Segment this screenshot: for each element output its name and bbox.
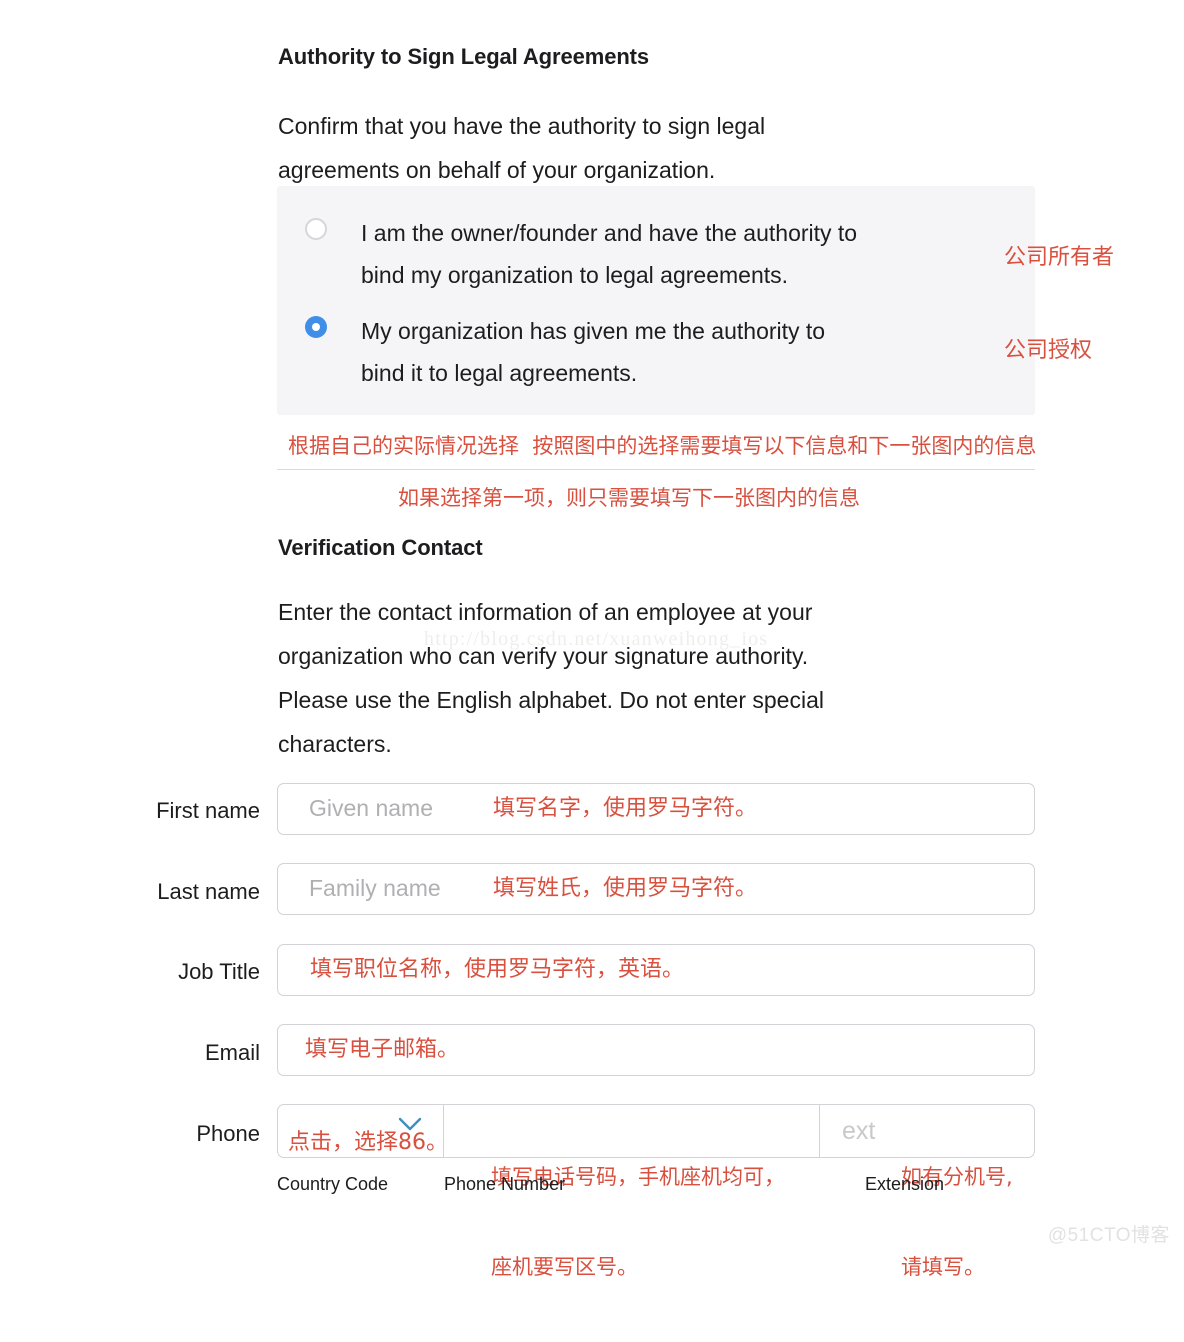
annotation-first-name: 填写名字，使用罗马字符。 [493, 796, 758, 821]
section-divider [277, 469, 1035, 470]
annotation-last-name: 填写姓氏，使用罗马字符。 [493, 876, 758, 901]
note-above-divider: 根据自己的实际情况选择 按照图中的选择需要填写以下信息和下一张图内的信息 [288, 434, 1037, 458]
last-name-label: Last name [157, 879, 260, 904]
authority-option-organization-granted[interactable]: My organization has given me the authori… [305, 310, 1001, 394]
section-description: Confirm that you have the authority to s… [278, 104, 978, 192]
annotation-job-title: 填写职位名称，使用罗马字符，英语。 [310, 957, 685, 982]
option-line-2: bind it to legal agreements. [361, 360, 638, 386]
extension-sub-label: Extension [865, 1174, 945, 1194]
job-title-label: Job Title [178, 959, 260, 984]
first-name-placeholder: Given name [309, 795, 434, 821]
option-line-1: My organization has given me the authori… [361, 318, 826, 344]
authority-options-panel: I am the owner/founder and have the auth… [277, 186, 1035, 415]
annotation-organization-granted: 公司授权 [1004, 338, 1093, 363]
watermark-51cto: @51CTO博客 [1047, 1225, 1170, 1246]
annotation-extension: 如有分机号, 请填写。 [901, 1102, 1013, 1342]
phone-label: Phone [196, 1121, 260, 1146]
radio-selected-icon[interactable] [305, 316, 327, 338]
radio-unselected-icon[interactable] [305, 218, 327, 240]
verification-contact-title: Verification Contact [278, 535, 483, 560]
last-name-placeholder: Family name [309, 875, 441, 901]
option-line-2: bind my organization to legal agreements… [361, 262, 789, 288]
annotation-email: 填写电子邮箱。 [305, 1037, 460, 1062]
extension-placeholder: ext [842, 1117, 876, 1145]
annotation-phone-number: 填写电话号码，手机座机均可， 座机要写区号。 [491, 1102, 785, 1342]
verification-description-line-3: Please use the English alphabet. Do not … [278, 687, 824, 713]
country-code-sub-label: Country Code [277, 1174, 389, 1194]
annotation-owner-founder: 公司所有者 [1004, 245, 1115, 270]
section-description-line-1: Confirm that you have the authority to s… [278, 113, 766, 139]
verification-contact-description: Enter the contact information of an empl… [278, 590, 998, 766]
authority-option-owner-founder[interactable]: I am the owner/founder and have the auth… [305, 212, 1001, 296]
first-name-label: First name [156, 798, 260, 823]
note-below-divider: 如果选择第一项，则只需要填写下一张图内的信息 [398, 486, 860, 510]
phone-number-sub-label: Phone Number [444, 1174, 566, 1194]
page-root: Authority to Sign Legal Agreements Confi… [0, 0, 1184, 1279]
authority-option-owner-founder-label: I am the owner/founder and have the auth… [361, 212, 1001, 296]
email-label: Email [204, 1040, 260, 1065]
option-line-1: I am the owner/founder and have the auth… [361, 220, 858, 246]
page-title: Authority to Sign Legal Agreements [278, 44, 650, 69]
watermark-csdn: http://blog.csdn.net/xuanweihong_ios [424, 628, 769, 650]
authority-option-organization-granted-label: My organization has given me the authori… [361, 310, 1001, 394]
verification-description-line-4: characters. [278, 731, 392, 757]
annotation-country-code: 点击，选择86。 [288, 1130, 448, 1155]
